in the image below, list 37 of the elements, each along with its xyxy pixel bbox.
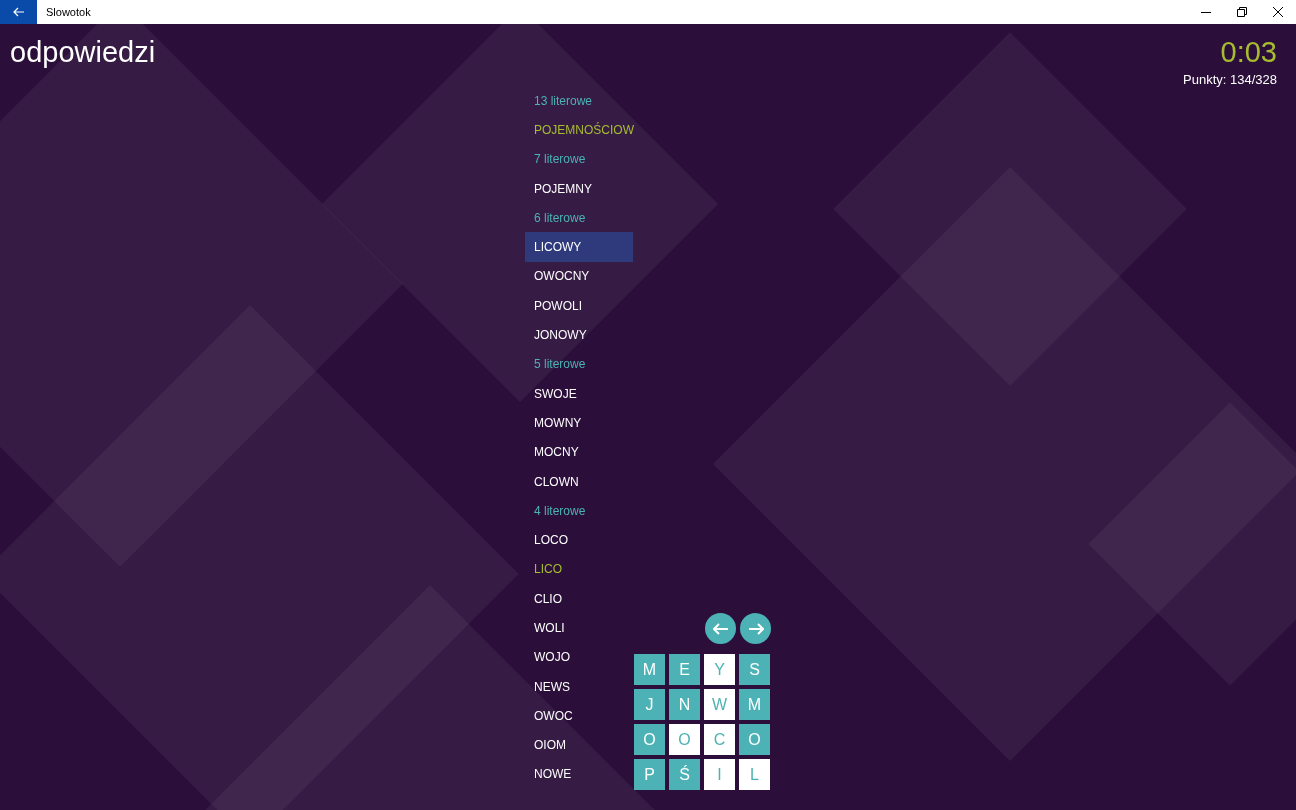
answer-item[interactable]: NOWE [525,759,633,790]
window-title: Slowotok [46,4,91,20]
timer: 0:03 [1220,35,1277,70]
answer-item[interactable]: NEWS [525,671,633,702]
back-icon [12,7,25,17]
section-header: 6 literowe [533,209,587,227]
minimize-icon [1201,11,1211,13]
answer-item[interactable]: POJEMNOŚCIOW [525,115,633,145]
right-arrow-icon [747,622,764,635]
answer-item[interactable]: CLIO [525,584,633,614]
answer-item[interactable]: CLOWN [525,466,633,497]
answer-item[interactable]: POWOLI [525,291,633,321]
answer-item[interactable]: OWOCNY [525,261,633,292]
answer-item[interactable]: OIOM [525,730,633,760]
section-header: 7 literowe [533,151,587,169]
answer-item[interactable]: LICO [525,554,633,585]
answer-item[interactable]: POJEMNY [525,173,633,204]
answer-item[interactable]: MOCNY [525,437,633,467]
undo-button[interactable] [705,613,736,644]
back-button[interactable] [0,0,37,24]
answer-item[interactable]: WOLI [525,613,633,643]
answer-item[interactable]: OWOC [525,701,633,731]
section-header: 4 literowe [533,502,587,520]
page-title: odpowiedzi [10,35,156,70]
answer-item[interactable]: JONOWY [525,320,633,350]
close-icon [1273,7,1283,17]
left-arrow-icon [712,622,729,635]
answer-item[interactable]: MOWNY [525,408,633,438]
score-label: Punkty: 134/328 [1183,71,1277,89]
answer-item[interactable]: WOJO [525,642,633,672]
answer-item[interactable]: LICOWY [525,232,633,262]
restore-icon [1237,7,1247,17]
answer-item[interactable]: LOCO [525,525,633,555]
section-header: 13 literowe [533,92,594,110]
answer-item[interactable]: SWOJE [525,378,633,409]
section-header: 5 literowe [533,356,587,374]
redo-button[interactable] [740,613,771,644]
